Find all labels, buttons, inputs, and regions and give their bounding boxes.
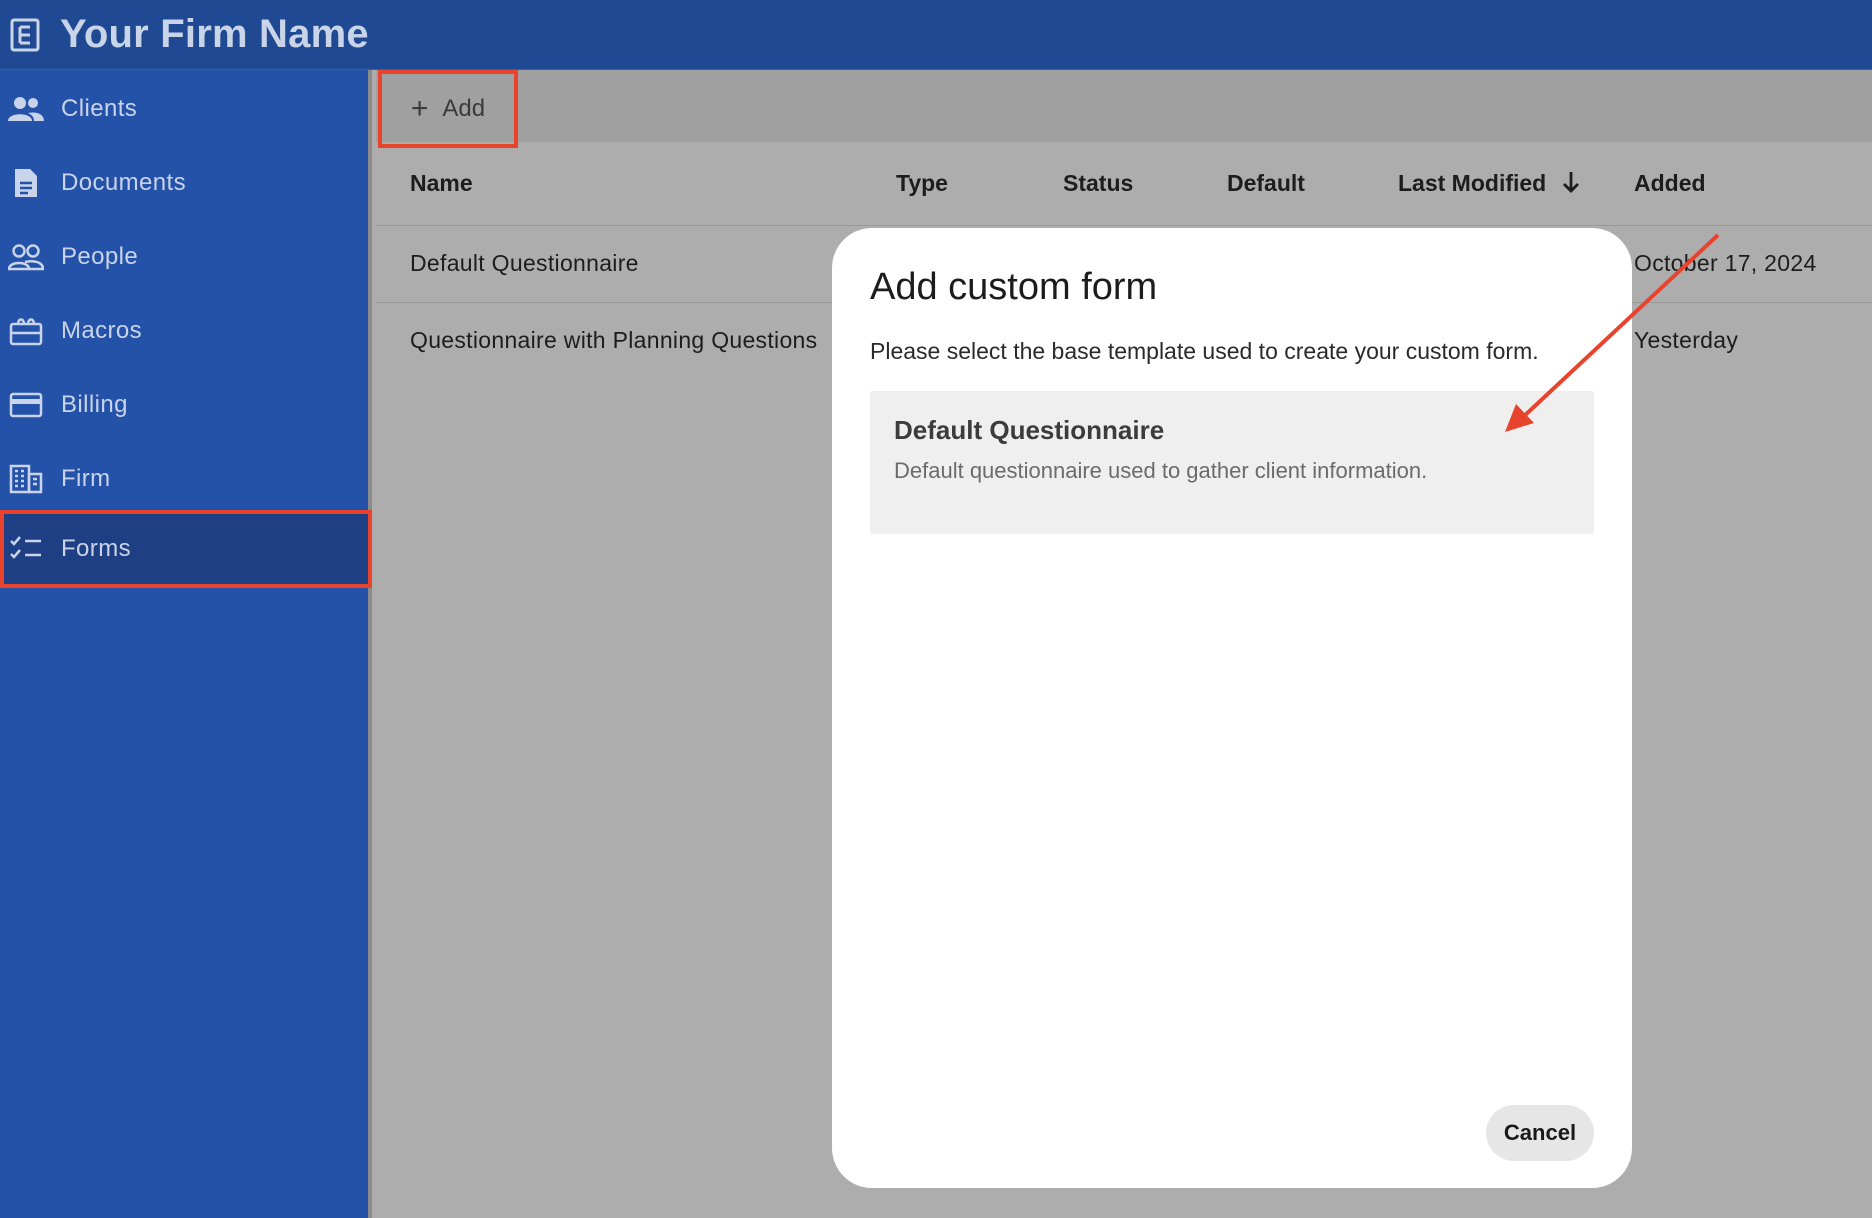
template-description: Default questionnaire used to gather cli… <box>894 458 1428 483</box>
toolbar <box>376 70 1872 142</box>
credit-card-icon <box>7 386 45 424</box>
table-header: Name Type Status Default Last Modified A… <box>376 142 1872 226</box>
template-option-default-questionnaire[interactable]: Default Questionnaire Default questionna… <box>870 391 1594 534</box>
sidebar-item-forms[interactable]: Forms <box>0 510 372 588</box>
row-added: October 17, 2024 <box>1634 250 1817 276</box>
sidebar-item-billing[interactable]: Billing <box>0 368 372 442</box>
building-icon <box>7 460 45 498</box>
column-header-status[interactable]: Status <box>1063 170 1133 197</box>
add-button-label: Add <box>442 95 486 122</box>
row-name: Default Questionnaire <box>410 250 639 276</box>
plus-icon: + <box>410 92 429 125</box>
sidebar-item-people[interactable]: People <box>0 220 372 294</box>
checklist-icon <box>7 530 45 568</box>
people-icon <box>7 90 45 128</box>
sidebar-item-label: People <box>61 243 139 270</box>
sidebar-item-label: Billing <box>61 391 128 418</box>
column-header-name[interactable]: Name <box>410 170 473 197</box>
sidebar-item-label: Macros <box>61 317 143 344</box>
template-title: Default Questionnaire <box>894 415 1165 445</box>
dialog-description: Please select the base template used to … <box>870 338 1539 364</box>
sidebar-item-label: Clients <box>61 95 138 122</box>
app-header: Your Firm Name <box>0 0 1872 70</box>
dialog-title: Add custom form <box>870 266 1158 308</box>
row-name: Questionnaire with Planning Questions <box>410 327 818 353</box>
sidebar-item-label: Forms <box>61 535 131 562</box>
sidebar-item-macros[interactable]: Macros <box>0 294 372 368</box>
sidebar: Clients Documents People Macros Billing … <box>0 70 372 1218</box>
sidebar-item-documents[interactable]: Documents <box>0 146 372 220</box>
column-header-default[interactable]: Default <box>1227 170 1305 197</box>
document-icon <box>7 164 45 202</box>
row-added: Yesterday <box>1634 327 1739 353</box>
sidebar-item-firm[interactable]: Firm <box>0 442 372 516</box>
add-button[interactable]: + Add <box>378 70 518 148</box>
firm-name: Your Firm Name <box>60 12 369 56</box>
column-header-type[interactable]: Type <box>896 170 948 197</box>
cancel-button[interactable]: Cancel <box>1486 1105 1594 1161</box>
macro-icon <box>7 312 45 350</box>
add-custom-form-dialog: Add custom form Please select the base t… <box>832 228 1632 1188</box>
sidebar-item-label: Documents <box>61 169 186 196</box>
column-header-label: Last Modified <box>1398 170 1547 197</box>
people-outline-icon <box>7 238 45 276</box>
sidebar-item-label: Firm <box>61 465 111 492</box>
arrow-down-icon <box>1561 170 1581 200</box>
column-header-added[interactable]: Added <box>1634 170 1706 197</box>
column-header-last-modified[interactable]: Last Modified <box>1398 170 1581 200</box>
sidebar-item-clients[interactable]: Clients <box>0 72 372 146</box>
document-list-icon <box>8 15 42 55</box>
